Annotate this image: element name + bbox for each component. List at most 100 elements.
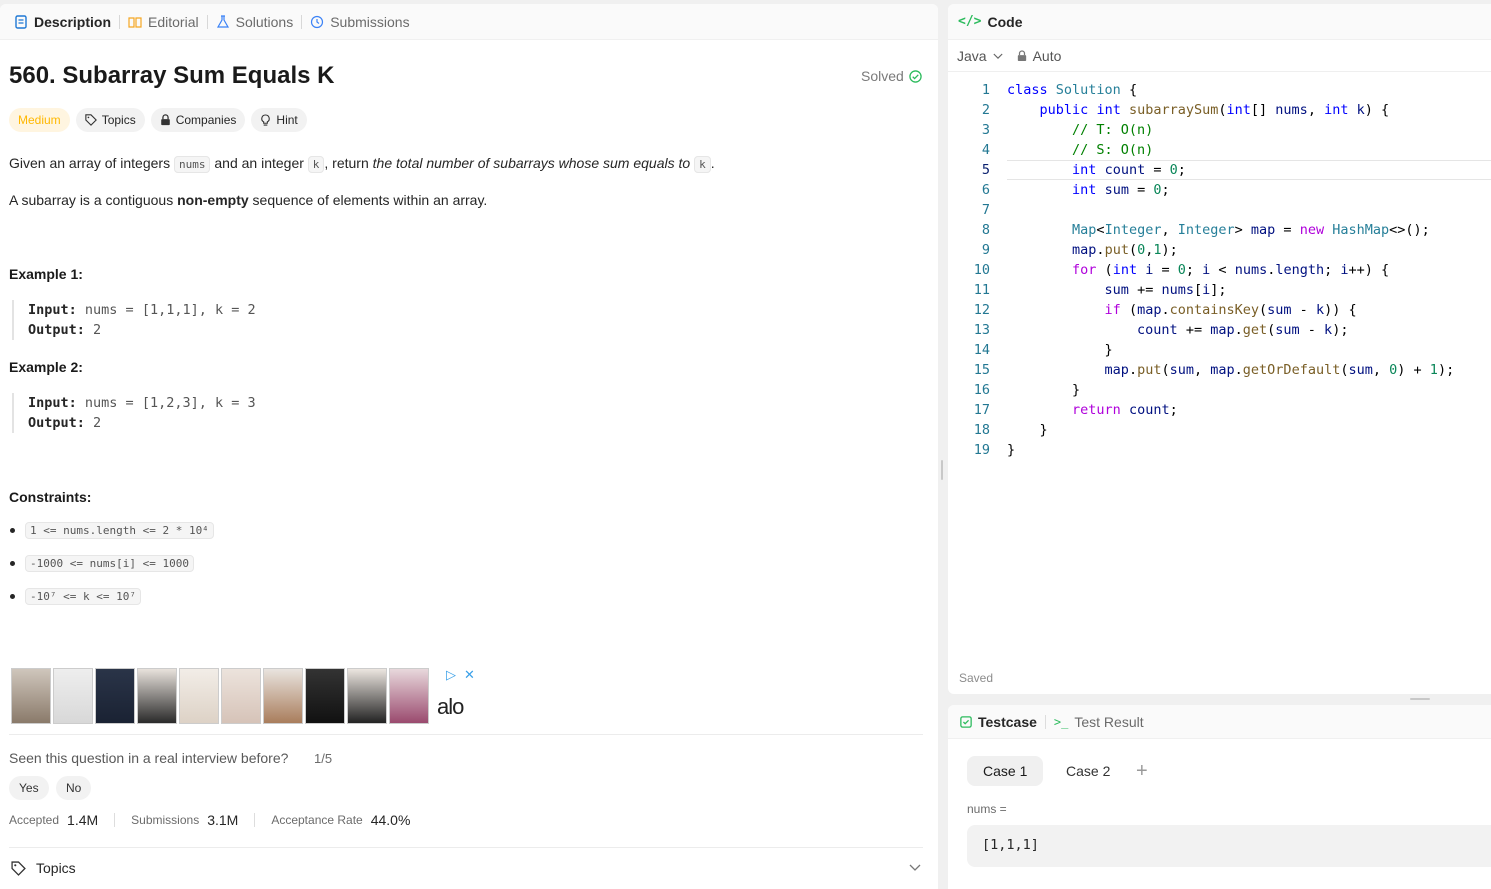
- companies-chip[interactable]: Companies: [150, 108, 246, 132]
- tag-chips: Medium Topics Companies Hint: [9, 108, 307, 132]
- line-number: 3: [981, 122, 990, 138]
- code-line: 9 map.put(0,1);: [948, 240, 1491, 260]
- yes-button[interactable]: Yes: [9, 776, 49, 800]
- code-line: 13 count += map.get(sum - k);: [948, 320, 1491, 340]
- code-header: </> Code: [948, 4, 1491, 40]
- ad-image[interactable]: [53, 668, 93, 724]
- code-line: 18 }: [948, 420, 1491, 440]
- lock-icon: [1017, 50, 1026, 61]
- code-line: 7: [948, 200, 1491, 220]
- toolbar-divider: [948, 71, 1491, 72]
- constraints-list: 1 <= nums.length <= 2 * 10⁴ -1000 <= num…: [9, 519, 214, 618]
- case-1-button[interactable]: Case 1: [967, 756, 1044, 786]
- desc-text: .: [710, 155, 715, 171]
- code-text: int sum = 0;: [1072, 182, 1170, 198]
- ad-image[interactable]: [137, 668, 177, 724]
- stat-divider: [254, 813, 256, 827]
- tab-editorial-label: Editorial: [148, 13, 199, 30]
- code-text: }: [1007, 342, 1113, 358]
- ad-banner[interactable]: [11, 668, 429, 724]
- input-label: Input:: [28, 395, 77, 411]
- difficulty-badge: Medium: [9, 108, 70, 132]
- mode-select[interactable]: Auto: [1017, 48, 1062, 64]
- horizontal-resize-handle[interactable]: [1410, 698, 1430, 700]
- example-2-title: Example 2:: [9, 359, 83, 375]
- check-circle-icon: [909, 69, 922, 83]
- tag-icon: [84, 114, 97, 126]
- ad-image[interactable]: [389, 668, 429, 724]
- code-line: 3 // T: O(n): [948, 120, 1491, 140]
- tab-divider: [1044, 714, 1046, 729]
- no-button[interactable]: No: [56, 776, 92, 800]
- tab-submissions[interactable]: Submissions: [302, 4, 417, 40]
- tab-testcase[interactable]: Testcase: [960, 714, 1037, 730]
- topics-chip[interactable]: Topics: [75, 108, 145, 132]
- tab-testcase-label: Testcase: [978, 713, 1037, 730]
- tab-test-result[interactable]: >_ Test Result: [1054, 714, 1144, 730]
- example-1-block: Input: nums = [1,1,1], k = 2 Output: 2: [12, 300, 256, 340]
- tab-editorial[interactable]: Editorial: [120, 4, 207, 40]
- chevron-down-icon: [909, 864, 921, 871]
- code-panel: </> Code Java Auto 1 class Solution { 2 p…: [948, 4, 1491, 694]
- tab-submissions-label: Submissions: [330, 13, 410, 30]
- topics-section-label: Topics: [36, 860, 76, 876]
- tab-description[interactable]: Description: [6, 4, 119, 40]
- code-icon: </>: [958, 14, 982, 29]
- line-number: 2: [981, 102, 990, 118]
- code-text: }: [1007, 422, 1048, 438]
- ad-image[interactable]: [263, 668, 303, 724]
- line-number: 19: [973, 442, 990, 458]
- line-number: 5: [981, 162, 990, 178]
- ad-image[interactable]: [95, 668, 135, 724]
- case-2-button[interactable]: Case 2: [1050, 756, 1126, 786]
- close-icon[interactable]: ✕: [464, 667, 475, 683]
- code-line: 1 class Solution {: [948, 80, 1491, 100]
- code-text: map.put(0,1);: [1072, 242, 1178, 258]
- problem-title: 560. Subarray Sum Equals K: [9, 62, 335, 89]
- ad-image[interactable]: [305, 668, 345, 724]
- example-2-block: Input: nums = [1,2,3], k = 3 Output: 2: [12, 393, 256, 433]
- tag-icon: [11, 860, 26, 876]
- hint-chip[interactable]: Hint: [251, 108, 307, 132]
- code-text: Map<Integer, Integer> map = new HashMap<…: [1072, 222, 1430, 238]
- description-icon: [15, 14, 27, 29]
- ad-image[interactable]: [179, 668, 219, 724]
- ad-logo[interactable]: alo: [437, 694, 464, 720]
- vertical-resize-handle[interactable]: [941, 460, 943, 480]
- line-number: 4: [981, 142, 990, 158]
- adchoices-icon[interactable]: ▷: [446, 667, 456, 683]
- code-editor[interactable]: 1 class Solution { 2 public int subarrayS…: [948, 80, 1491, 460]
- output-label: Output:: [28, 322, 85, 338]
- tab-solutions-label: Solutions: [235, 13, 294, 30]
- constraint-item: 1 <= nums.length <= 2 * 10⁴: [9, 519, 214, 541]
- code-text: int count = 0;: [1072, 162, 1186, 178]
- ad-image[interactable]: [11, 668, 51, 724]
- chevron-down-icon: [992, 53, 1003, 59]
- ad-image[interactable]: [347, 668, 387, 724]
- editor-toolbar: Java Auto: [957, 44, 1061, 68]
- line-number: 12: [973, 302, 990, 318]
- line-number: 6: [981, 182, 990, 198]
- bullet: [10, 593, 15, 599]
- desc-text: Given an array of integers: [9, 155, 174, 171]
- desc-text: A subarray is a contiguous: [9, 192, 178, 208]
- line-number: 18: [973, 422, 990, 438]
- topics-section[interactable]: Topics: [11, 860, 921, 876]
- code-line: 19}: [948, 440, 1491, 460]
- tab-solutions[interactable]: Solutions: [208, 4, 302, 40]
- testcase-header: Testcase >_ Test Result: [948, 705, 1491, 739]
- constraint-code: -1000 <= nums[i] <= 1000: [25, 554, 194, 572]
- language-select[interactable]: Java: [957, 48, 1003, 64]
- code-line: 8 Map<Integer, Integer> map = new HashMa…: [948, 220, 1491, 240]
- code-text: // T: O(n): [1007, 122, 1154, 138]
- description-panel: Description Editorial Solutions Submissi…: [0, 4, 938, 889]
- mode-label: Auto: [1032, 48, 1062, 64]
- acceptance-rate-value: 44.0%: [370, 812, 411, 828]
- variable-input[interactable]: [1,1,1]: [967, 825, 1491, 867]
- line-number: 9: [981, 242, 990, 258]
- ad-image[interactable]: [221, 668, 261, 724]
- line-number: 16: [973, 382, 990, 398]
- left-tab-bar: Description Editorial Solutions Submissi…: [0, 4, 938, 40]
- code-text: public int subarraySum(int[] nums, int k…: [1039, 102, 1390, 118]
- add-case-button[interactable]: +: [1128, 756, 1156, 786]
